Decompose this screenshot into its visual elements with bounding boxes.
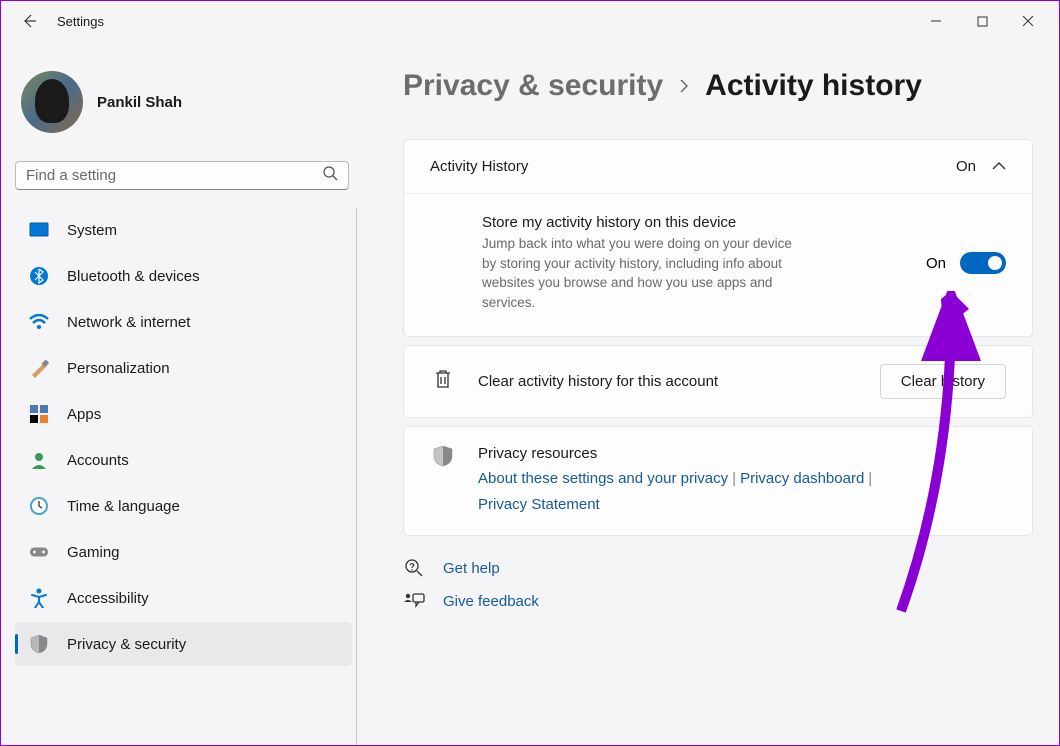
- sidebar-item-accessibility[interactable]: Accessibility: [15, 576, 352, 620]
- clear-history-label: Clear activity history for this account: [478, 373, 858, 390]
- sidebar-item-label: Network & internet: [67, 314, 190, 331]
- breadcrumb-current: Activity history: [705, 69, 922, 103]
- sidebar-item-label: Time & language: [67, 498, 180, 515]
- sidebar-item-gaming[interactable]: Gaming: [15, 530, 352, 574]
- nav: System Bluetooth & devices Network & int…: [15, 208, 357, 745]
- get-help-link[interactable]: Get help: [403, 558, 1033, 578]
- accessibility-icon: [29, 588, 49, 608]
- card-header-status: On: [956, 158, 976, 175]
- sidebar-item-label: Gaming: [67, 544, 120, 561]
- clock-icon: [29, 496, 49, 516]
- get-help-label: Get help: [443, 560, 500, 577]
- sidebar-item-label: Personalization: [67, 360, 170, 377]
- sidebar-item-apps[interactable]: Apps: [15, 392, 352, 436]
- activity-history-card: Activity History On Store my activity hi…: [403, 139, 1033, 337]
- search-icon: [322, 165, 338, 186]
- card-header-title: Activity History: [430, 158, 528, 175]
- apps-icon: [29, 404, 49, 424]
- window-title: Settings: [57, 14, 104, 29]
- sidebar-item-label: Privacy & security: [67, 636, 186, 653]
- sidebar-item-system[interactable]: System: [15, 208, 352, 252]
- store-history-title: Store my activity history on this device: [482, 214, 782, 231]
- shield-icon: [433, 445, 453, 472]
- title-bar: Settings: [1, 1, 1059, 41]
- give-feedback-label: Give feedback: [443, 593, 539, 610]
- window-controls: [913, 5, 1051, 37]
- clear-history-card: Clear activity history for this account …: [403, 345, 1033, 418]
- privacy-resources-title: Privacy resources: [478, 445, 876, 462]
- sidebar-item-label: Apps: [67, 406, 101, 423]
- store-history-row: Store my activity history on this device…: [404, 194, 1032, 336]
- toggle-label: On: [926, 255, 946, 272]
- clear-history-button[interactable]: Clear history: [880, 364, 1006, 399]
- chevron-right-icon: [677, 73, 691, 99]
- help-icon: [403, 558, 425, 578]
- sidebar-item-time[interactable]: Time & language: [15, 484, 352, 528]
- breadcrumb-parent[interactable]: Privacy & security: [403, 69, 663, 103]
- chevron-up-icon: [992, 158, 1006, 175]
- sidebar: Pankil Shah System Bluetooth & devices N…: [1, 41, 363, 745]
- avatar: [21, 71, 83, 133]
- close-button[interactable]: [1005, 5, 1051, 37]
- trash-icon: [434, 369, 452, 394]
- maximize-button[interactable]: [959, 5, 1005, 37]
- system-icon: [29, 220, 49, 240]
- breadcrumb: Privacy & security Activity history: [403, 69, 1033, 103]
- wifi-icon: [29, 312, 49, 332]
- sidebar-item-label: Accessibility: [67, 590, 149, 607]
- shield-icon: [29, 634, 49, 654]
- link-privacy-dashboard[interactable]: Privacy dashboard: [740, 470, 864, 487]
- feedback-icon: [403, 592, 425, 610]
- sidebar-item-bluetooth[interactable]: Bluetooth & devices: [15, 254, 352, 298]
- content: Privacy & security Activity history Acti…: [363, 41, 1059, 745]
- sidebar-item-accounts[interactable]: Accounts: [15, 438, 352, 482]
- sidebar-item-label: Accounts: [67, 452, 129, 469]
- link-privacy-statement[interactable]: Privacy Statement: [478, 496, 600, 513]
- store-history-toggle[interactable]: [960, 252, 1006, 274]
- footer-links: Get help Give feedback: [403, 558, 1033, 610]
- sidebar-item-privacy[interactable]: Privacy & security: [15, 622, 352, 666]
- give-feedback-link[interactable]: Give feedback: [403, 592, 1033, 610]
- privacy-resources-card: Privacy resources About these settings a…: [403, 426, 1033, 536]
- store-history-description: Jump back into what you were doing on yo…: [482, 234, 792, 312]
- username: Pankil Shah: [97, 94, 182, 111]
- gamepad-icon: [29, 542, 49, 562]
- search-box[interactable]: [15, 161, 349, 190]
- profile[interactable]: Pankil Shah: [15, 41, 357, 161]
- minimize-button[interactable]: [913, 5, 959, 37]
- sidebar-item-label: System: [67, 222, 117, 239]
- back-button[interactable]: [9, 1, 49, 41]
- sidebar-item-label: Bluetooth & devices: [67, 268, 200, 285]
- card-header[interactable]: Activity History On: [404, 140, 1032, 194]
- bluetooth-icon: [29, 266, 49, 286]
- search-input[interactable]: [26, 167, 322, 184]
- sidebar-item-personalization[interactable]: Personalization: [15, 346, 352, 390]
- sidebar-item-network[interactable]: Network & internet: [15, 300, 352, 344]
- paint-icon: [29, 358, 49, 378]
- link-about-settings[interactable]: About these settings and your privacy: [478, 470, 728, 487]
- person-icon: [29, 450, 49, 470]
